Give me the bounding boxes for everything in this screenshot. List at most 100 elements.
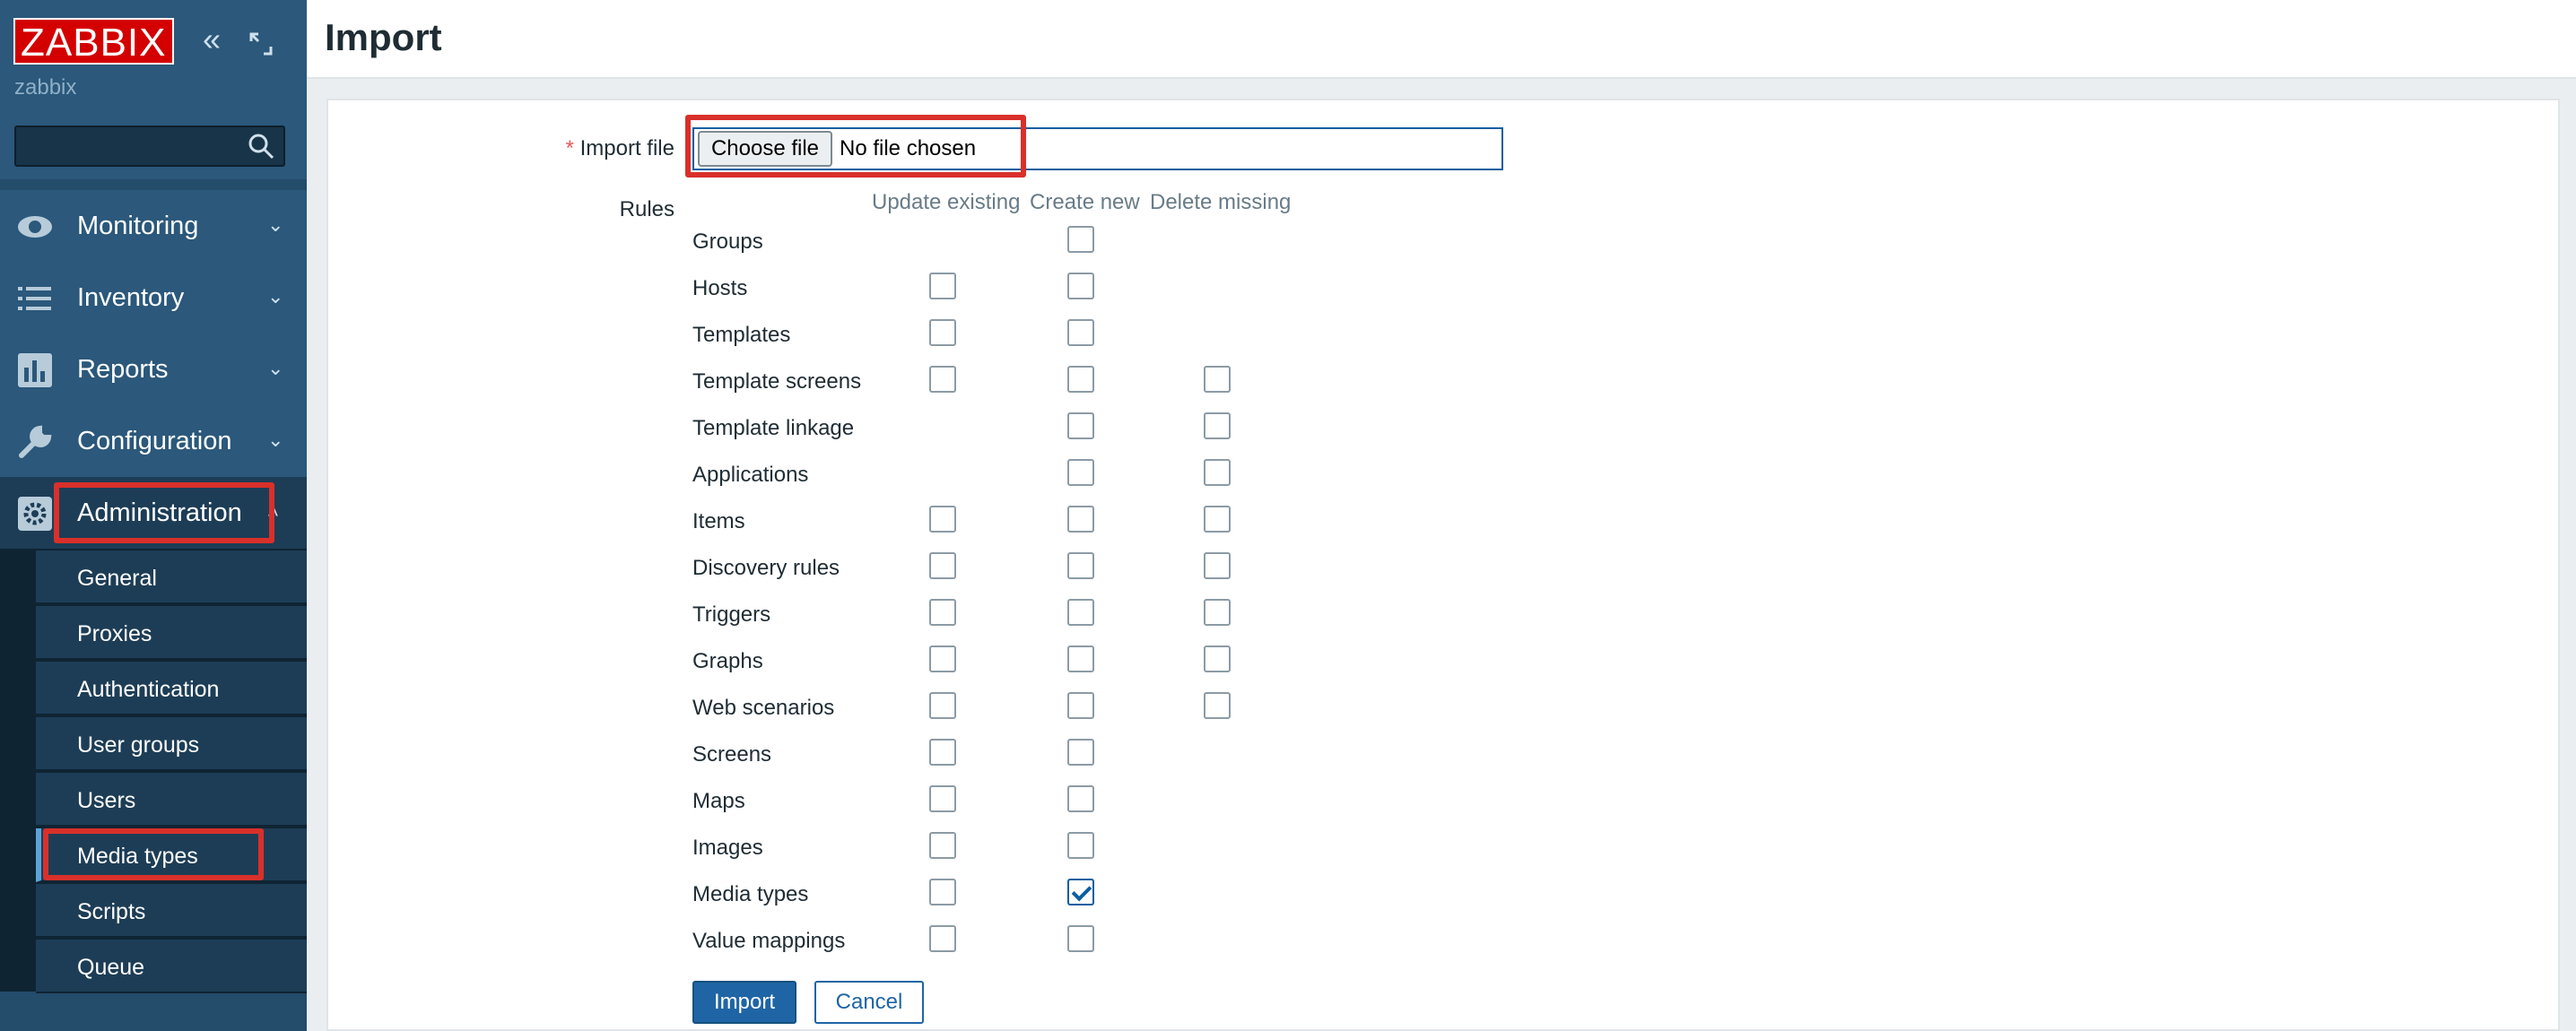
submenu-label: Users — [77, 788, 136, 813]
checkbox-update[interactable] — [929, 879, 956, 905]
eye-icon — [16, 208, 54, 246]
checkbox-update[interactable] — [929, 785, 956, 812]
submenu-general[interactable]: General — [36, 550, 307, 604]
submenu-label: Authentication — [77, 677, 220, 702]
checkbox-create[interactable] — [1067, 832, 1094, 859]
menu-label: Reports — [77, 355, 169, 384]
chevron-down-icon: ⌄ — [267, 429, 284, 451]
checkbox-create[interactable] — [1067, 645, 1094, 672]
checkbox-delete[interactable] — [1204, 599, 1231, 626]
wrench-icon — [16, 423, 54, 461]
checkbox-create[interactable] — [1067, 692, 1094, 719]
checkbox-create[interactable] — [1067, 785, 1094, 812]
checkbox-create[interactable] — [1067, 319, 1094, 346]
rule-label: Media types — [692, 882, 809, 906]
column-header-update-existing: Update existing — [872, 190, 1021, 214]
submenu-label: General — [77, 566, 157, 591]
rule-label: Triggers — [692, 602, 771, 627]
sidebar: ZABBIX « zabbix Monitoring ⌄ Inventory ⌄… — [0, 0, 307, 1031]
menu-administration[interactable]: Administration ˄ — [0, 477, 307, 549]
checkbox-delete[interactable] — [1204, 459, 1231, 486]
rule-label: Items — [692, 509, 745, 533]
checkbox-delete[interactable] — [1204, 645, 1231, 672]
admin-submenu: General Proxies Authentication User grou… — [0, 549, 307, 993]
checkbox-update[interactable] — [929, 739, 956, 766]
chevron-down-icon: ⌄ — [267, 213, 284, 236]
checkbox-update[interactable] — [929, 645, 956, 672]
submenu-media-types[interactable]: Media types — [36, 828, 307, 882]
checkbox-delete[interactable] — [1204, 692, 1231, 719]
import-file-label-text: Import file — [579, 136, 674, 160]
submenu-authentication[interactable]: Authentication — [36, 662, 307, 715]
rule-label: Template linkage — [692, 416, 855, 440]
rule-label: Hosts — [692, 276, 748, 300]
page-header: Import — [307, 0, 2576, 79]
checkbox-create[interactable] — [1067, 879, 1094, 905]
chevrons-left-icon[interactable]: « — [203, 22, 221, 57]
checkbox-update[interactable] — [929, 832, 956, 859]
file-status: No file chosen — [840, 136, 977, 160]
submenu-scripts[interactable]: Scripts — [36, 884, 307, 938]
rule-label: Applications — [692, 463, 809, 487]
rules-label: Rules — [619, 197, 674, 221]
menu-label: Administration — [77, 498, 242, 527]
rule-label: Template screens — [692, 369, 862, 394]
expand-icon[interactable] — [249, 27, 273, 63]
checkbox-create[interactable] — [1067, 506, 1094, 533]
checkbox-create[interactable] — [1067, 226, 1094, 253]
submenu-label: Queue — [77, 955, 145, 980]
submenu-users[interactable]: Users — [36, 773, 307, 827]
checkbox-create[interactable] — [1067, 552, 1094, 579]
gear-icon — [16, 495, 54, 533]
menu-reports[interactable]: Reports ⌄ — [0, 334, 307, 405]
rule-label: Graphs — [692, 649, 763, 673]
menu-configuration[interactable]: Configuration ⌄ — [0, 405, 307, 477]
menu-label: Inventory — [77, 283, 185, 312]
checkbox-create[interactable] — [1067, 366, 1094, 393]
rule-label: Web scenarios — [692, 696, 835, 720]
server-name: zabbix — [14, 75, 77, 100]
checkbox-create[interactable] — [1067, 459, 1094, 486]
rule-label: Groups — [692, 230, 763, 254]
rule-label: Discovery rules — [692, 556, 840, 580]
checkbox-update[interactable] — [929, 552, 956, 579]
menu-inventory[interactable]: Inventory ⌄ — [0, 262, 307, 334]
menu-monitoring[interactable]: Monitoring ⌄ — [0, 190, 307, 262]
choose-file-button[interactable]: Choose file — [698, 131, 832, 167]
menu-label: Configuration — [77, 427, 232, 455]
checkbox-create[interactable] — [1067, 739, 1094, 766]
checkbox-update[interactable] — [929, 925, 956, 952]
submenu-queue[interactable]: Queue — [36, 940, 307, 993]
chevron-down-icon: ⌄ — [267, 285, 284, 308]
checkbox-update[interactable] — [929, 273, 956, 299]
checkbox-update[interactable] — [929, 366, 956, 393]
checkbox-update[interactable] — [929, 599, 956, 626]
checkbox-create[interactable] — [1067, 273, 1094, 299]
chevron-down-icon: ⌄ — [267, 357, 284, 379]
checkbox-delete[interactable] — [1204, 366, 1231, 393]
checkbox-update[interactable] — [929, 319, 956, 346]
cancel-button[interactable]: Cancel — [814, 981, 924, 1024]
submenu-label: Media types — [77, 844, 198, 869]
chevron-up-icon: ˄ — [267, 500, 279, 523]
required-mark: * — [565, 136, 574, 160]
checkbox-update[interactable] — [929, 692, 956, 719]
bar-chart-icon — [16, 351, 54, 389]
import-button[interactable]: Import — [692, 981, 796, 1024]
submenu-label: Proxies — [77, 621, 152, 646]
checkbox-create[interactable] — [1067, 412, 1094, 439]
zabbix-logo[interactable]: ZABBIX — [13, 18, 174, 65]
checkbox-create[interactable] — [1067, 599, 1094, 626]
menu-label: Monitoring — [77, 212, 199, 240]
rule-label: Value mappings — [692, 929, 846, 953]
search-input[interactable] — [14, 126, 285, 167]
checkbox-delete[interactable] — [1204, 552, 1231, 579]
checkbox-update[interactable] — [929, 506, 956, 533]
checkbox-delete[interactable] — [1204, 412, 1231, 439]
submenu-user-groups[interactable]: User groups — [36, 717, 307, 771]
checkbox-delete[interactable] — [1204, 506, 1231, 533]
search-icon[interactable] — [248, 133, 274, 160]
submenu-proxies[interactable]: Proxies — [36, 606, 307, 660]
checkbox-create[interactable] — [1067, 925, 1094, 952]
rule-label: Templates — [692, 323, 791, 347]
